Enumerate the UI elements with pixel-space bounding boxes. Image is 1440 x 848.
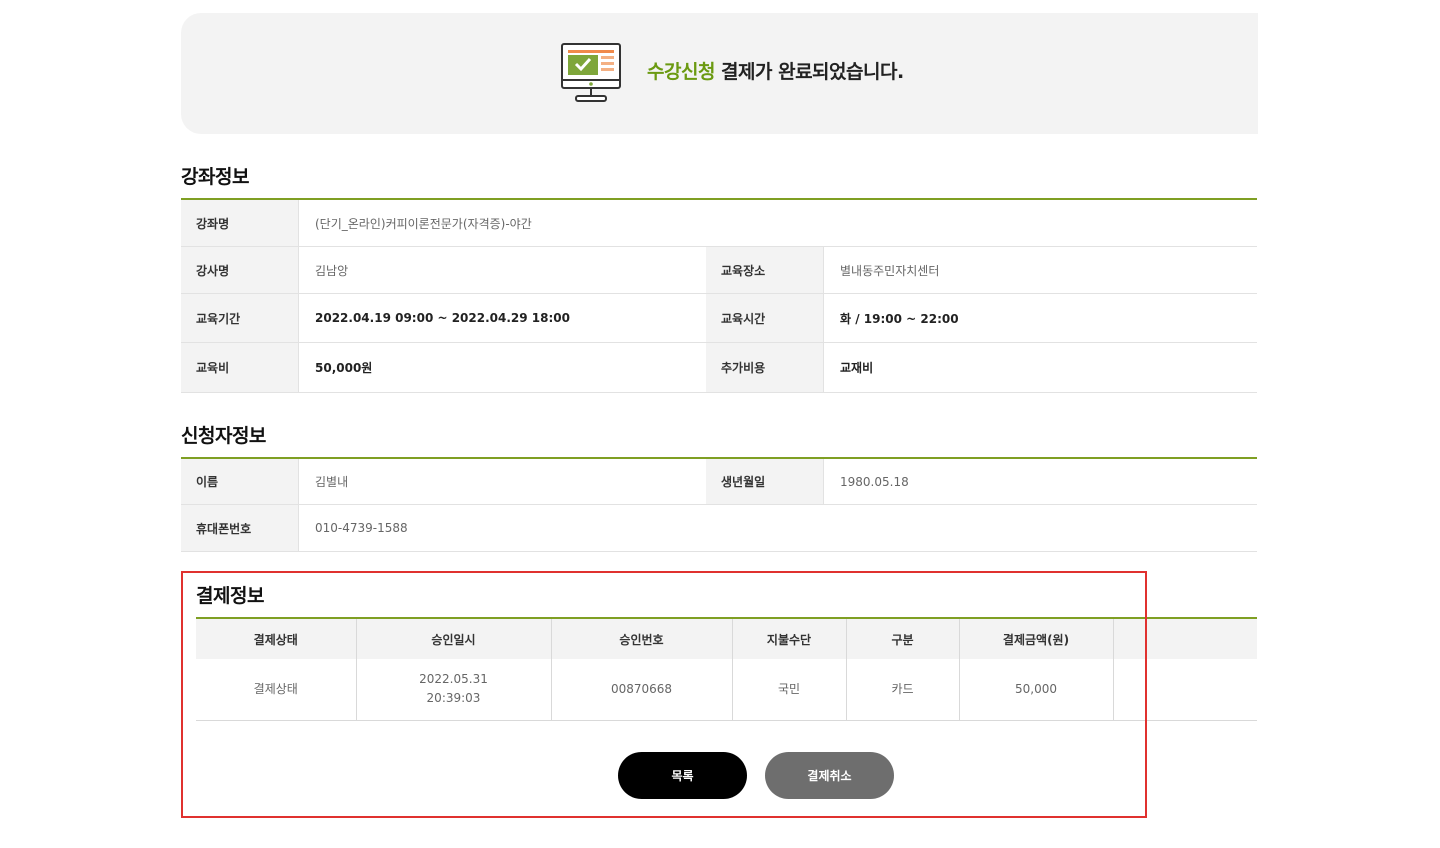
phone-label: 휴대폰번호	[181, 505, 299, 551]
location-label: 교육장소	[706, 247, 824, 293]
course-name-value: (단기_온라인)커피이론전문가(자격증)-야간	[315, 216, 532, 231]
period-label: 교육기간	[181, 294, 299, 342]
period-value: 2022.04.19 09:00 ~ 2022.04.29 18:00	[315, 311, 570, 325]
period-row: 교육기간 2022.04.19 09:00 ~ 2022.04.29 18:00…	[181, 294, 1257, 343]
completion-message-accent: 수강신청	[647, 61, 715, 83]
phone-row: 휴대폰번호 010-4739-1588	[181, 505, 1257, 552]
payment-highlight-box	[181, 571, 1147, 818]
applicant-name-row: 이름 김별내 생년월일 1980.05.18	[181, 459, 1257, 505]
instructor-value: 김남앙	[315, 263, 349, 278]
birth-value: 1980.05.18	[840, 474, 909, 489]
course-info-title: 강좌정보	[181, 166, 249, 188]
applicant-name-label: 이름	[181, 459, 299, 504]
fee-row: 교육비 50,000원 추가비용 교재비	[181, 343, 1257, 393]
fee-value: 50,000원	[315, 361, 373, 375]
fee-label: 교육비	[181, 343, 299, 392]
course-name-label: 강좌명	[181, 200, 299, 246]
time-value: 화 / 19:00 ~ 22:00	[840, 311, 959, 326]
course-info-table: 강좌명 (단기_온라인)커피이론전문가(자격증)-야간 강사명 김남앙 교육장소…	[181, 200, 1257, 393]
applicant-name-value: 김별내	[315, 475, 349, 489]
extra-cost-label: 추가비용	[706, 343, 824, 392]
time-label: 교육시간	[706, 294, 824, 342]
birth-label: 생년월일	[706, 459, 824, 504]
completion-message-text: 결제가 완료되었습니다.	[714, 61, 904, 83]
course-name-row: 강좌명 (단기_온라인)커피이론전문가(자격증)-야간	[181, 200, 1257, 247]
completion-message: 수강신청 결제가 완료되었습니다.	[647, 57, 904, 84]
extra-cost-value: 교재비	[840, 361, 874, 375]
instructor-label: 강사명	[181, 247, 299, 293]
applicant-info-table: 이름 김별내 생년월일 1980.05.18 휴대폰번호 010-4739-15…	[181, 459, 1257, 552]
monitor-check-icon	[561, 43, 621, 102]
phone-value: 010-4739-1588	[315, 521, 408, 535]
instructor-row: 강사명 김남앙 교육장소 별내동주민자치센터	[181, 247, 1257, 294]
location-value: 별내동주민자치센터	[840, 263, 940, 278]
applicant-info-title: 신청자정보	[181, 425, 266, 447]
completion-banner: 수강신청 결제가 완료되었습니다.	[181, 13, 1258, 134]
